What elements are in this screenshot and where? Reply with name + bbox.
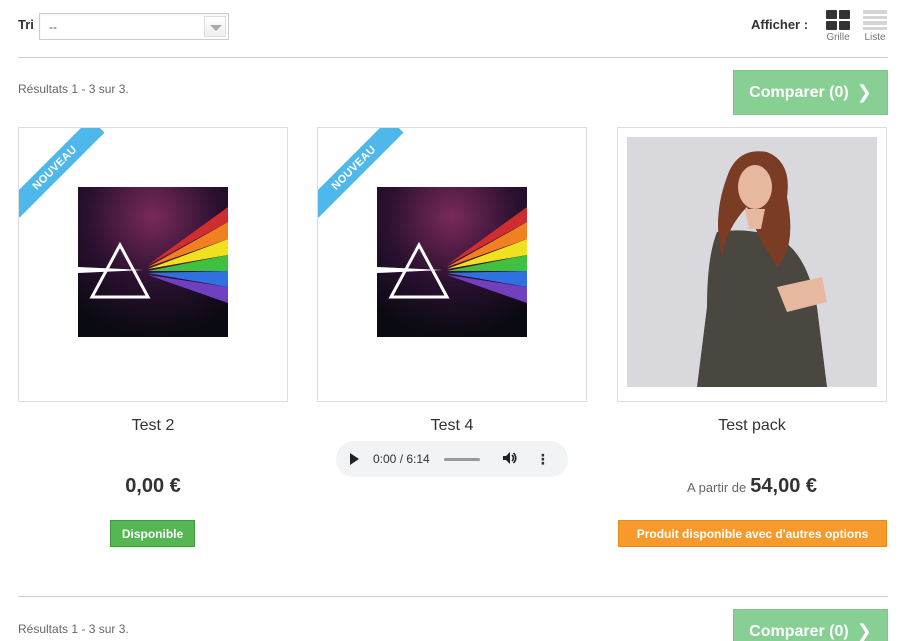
- product-price: A partir de 54,00 €: [617, 475, 887, 498]
- product-image-link[interactable]: Nouveau: [317, 127, 587, 402]
- price-value: 54,00 €: [750, 475, 817, 497]
- product-image-link[interactable]: Nouveau: [18, 127, 288, 402]
- product-image-link[interactable]: [617, 127, 887, 402]
- sort-select[interactable]: --: [39, 13, 229, 40]
- chevron-down-icon: [204, 16, 226, 37]
- price-value: 0,00 €: [125, 475, 181, 497]
- results-count-bottom: Résultats 1 - 3 sur 3.: [18, 622, 129, 636]
- availability-badge: Disponible: [110, 520, 195, 547]
- volume-icon[interactable]: [502, 451, 518, 468]
- results-count: Résultats 1 - 3 sur 3.: [18, 82, 129, 96]
- product-name[interactable]: Test pack: [617, 417, 887, 435]
- sort-select-value: --: [49, 20, 57, 34]
- view-mode-label: Afficher :: [751, 17, 809, 32]
- list-view-label: Liste: [864, 32, 886, 43]
- audio-progress-slider[interactable]: [443, 457, 480, 461]
- availability-badge: Produit disponible avec d'autres options: [618, 520, 887, 547]
- more-options-icon[interactable]: ⋮: [536, 452, 550, 466]
- compare-button-label: Comparer (0): [749, 83, 849, 101]
- chevron-right-icon: ❯: [856, 621, 872, 641]
- grid-view-button[interactable]: Grille: [824, 10, 852, 43]
- divider-top: [18, 57, 888, 58]
- listing-toolbar: Tri -- Afficher : Grille Liste: [18, 10, 889, 46]
- price-prefix: A partir de: [687, 480, 747, 495]
- audio-player: 0:00 / 6:14 ⋮: [336, 441, 568, 477]
- compare-button[interactable]: Comparer (0) ❯: [733, 70, 888, 115]
- product-image: [627, 137, 877, 387]
- divider-bottom: [18, 596, 888, 597]
- list-icon: [863, 10, 887, 30]
- list-view-button[interactable]: Liste: [861, 10, 889, 43]
- chevron-right-icon: ❯: [856, 82, 872, 102]
- play-icon[interactable]: [350, 453, 359, 465]
- sort-label: Tri: [18, 17, 34, 32]
- grid-view-label: Grille: [826, 32, 850, 43]
- grid-icon: [826, 10, 850, 30]
- product-price: 0,00 €: [18, 475, 288, 498]
- compare-button-label: Comparer (0): [749, 622, 849, 640]
- product-image: [377, 187, 527, 337]
- product-name[interactable]: Test 4: [317, 417, 587, 435]
- audio-time: 0:00 / 6:14: [373, 452, 430, 466]
- product-name[interactable]: Test 2: [18, 417, 288, 435]
- compare-button-bottom[interactable]: Comparer (0) ❯: [733, 609, 888, 641]
- product-image: [78, 187, 228, 337]
